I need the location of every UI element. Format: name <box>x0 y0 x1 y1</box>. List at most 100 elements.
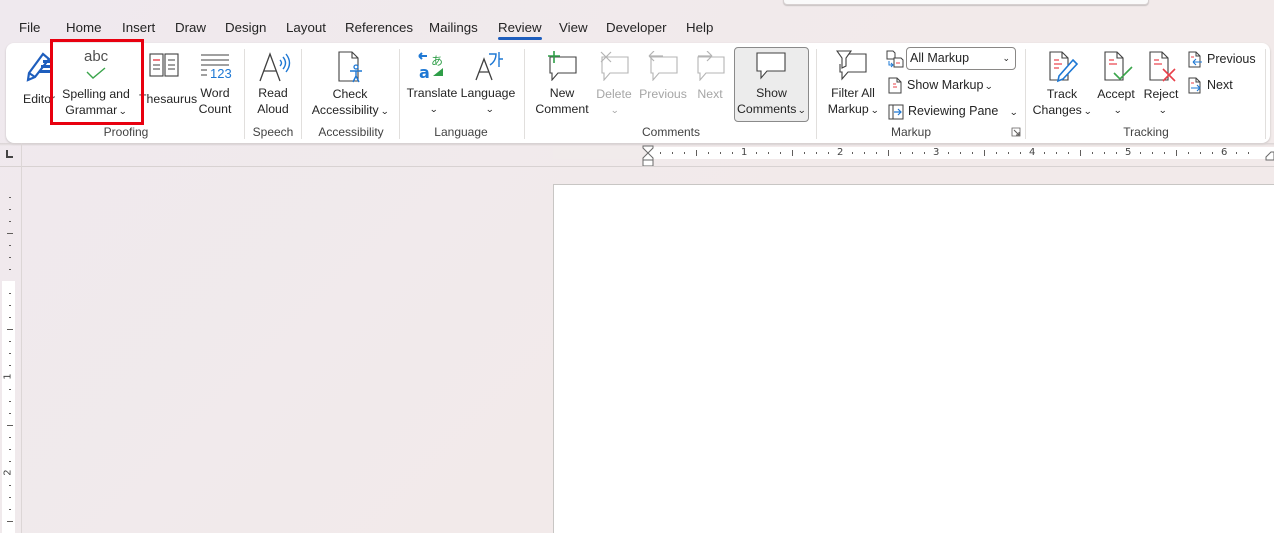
chevron-down-icon: ⌄ <box>984 81 994 91</box>
previous-comment-button[interactable]: Previous <box>638 49 688 123</box>
ruler-number: 1 <box>741 147 748 158</box>
tab-view[interactable]: View <box>559 17 588 41</box>
green-check-icon <box>86 67 106 79</box>
word-count-button[interactable]: 123 Word Count <box>194 49 236 123</box>
filter-markup-label-1: Filter All <box>831 86 875 100</box>
new-comment-icon <box>548 51 577 81</box>
ruler-tick <box>900 152 901 154</box>
ruler-tick <box>672 152 673 154</box>
reject-button[interactable]: Reject ⌄ <box>1140 49 1182 123</box>
comments-group-label: Comments <box>641 125 700 139</box>
translate-button[interactable]: a あ Translate ⌄ <box>406 49 458 123</box>
vertical-ruler[interactable]: 12 <box>0 167 20 533</box>
reviewing-pane-icon <box>888 104 904 120</box>
tab-design[interactable]: Design <box>225 17 266 41</box>
ruler-tick <box>7 521 13 522</box>
tab-home[interactable]: Home <box>66 17 101 41</box>
ruler-tick <box>1176 150 1177 156</box>
tab-developer[interactable]: Developer <box>606 17 667 41</box>
ruler-tick <box>9 221 11 222</box>
thesaurus-label: Thesaurus <box>139 92 198 106</box>
tab-references[interactable]: References <box>345 17 413 41</box>
ruler-tick <box>972 152 973 154</box>
ruler-tick <box>1212 152 1213 154</box>
thesaurus-book-icon <box>149 53 179 77</box>
ruler-tick <box>828 152 829 154</box>
show-markup-button[interactable]: Show Markup⌄ <box>888 76 994 95</box>
ruler-tick <box>720 152 721 154</box>
chevron-down-icon: ⌄ <box>485 104 495 114</box>
spelling-grammar-button[interactable]: abc Spelling and Grammar⌄ <box>54 47 138 123</box>
spelling-label-1: Spelling and <box>62 87 130 101</box>
chevron-down-icon: ⌄ <box>610 105 620 115</box>
new-comment-button[interactable]: New Comment <box>532 49 592 123</box>
ruler-number: 5 <box>1125 147 1132 158</box>
document-page[interactable] <box>553 184 1274 533</box>
tab-help[interactable]: Help <box>686 17 713 41</box>
read-aloud-button[interactable]: Read Aloud <box>250 49 296 123</box>
ruler-tick <box>7 233 13 234</box>
ruler-tick <box>9 197 11 198</box>
tab-draw[interactable]: Draw <box>175 17 206 41</box>
tab-mailings[interactable]: Mailings <box>429 17 478 41</box>
delete-comment-button[interactable]: Delete ⌄ <box>594 49 634 123</box>
tab-selector-icon[interactable] <box>6 150 14 158</box>
ruler-tick <box>9 413 11 414</box>
ruler-tick <box>732 152 733 154</box>
ruler-tick <box>756 152 757 154</box>
check-accessibility-label-2: Accessibility <box>311 103 379 117</box>
check-accessibility-label-1: Check <box>332 87 368 101</box>
editor-button[interactable]: Editor <box>19 49 57 123</box>
ruler-tick <box>660 152 661 154</box>
chevron-down-icon: ⌄ <box>429 104 439 114</box>
ruler-number: 6 <box>1221 147 1228 158</box>
show-comments-button[interactable]: Show Comments⌄ <box>734 47 809 122</box>
ruler-tick <box>1008 152 1009 154</box>
ruler-tick <box>9 437 11 438</box>
ruler-tick <box>1080 150 1081 156</box>
accessibility-group-label: Accessibility <box>318 125 384 139</box>
ruler-tick <box>996 152 997 154</box>
next-comment-button[interactable]: Next <box>690 49 730 123</box>
check-accessibility-button[interactable]: Check Accessibility⌄ <box>308 49 392 123</box>
chevron-down-icon: ⌄ <box>1158 105 1168 115</box>
tab-review[interactable]: Review <box>498 17 542 41</box>
tab-insert[interactable]: Insert <box>122 17 155 41</box>
ruler-tick <box>912 152 913 154</box>
ruler-number: 2 <box>837 147 844 158</box>
ruler-tick <box>780 152 781 154</box>
thesaurus-button[interactable]: Thesaurus <box>139 49 198 123</box>
proofing-group-label: Proofing <box>103 125 149 139</box>
display-for-review-value: All Markup <box>910 51 970 65</box>
show-comments-label-1: Show <box>756 86 787 100</box>
display-for-review-icon <box>886 50 904 68</box>
accept-button[interactable]: Accept ⌄ <box>1094 49 1138 123</box>
ruler-number: 4 <box>1029 147 1036 158</box>
indent-marker-icon[interactable] <box>642 145 654 167</box>
ruler-tick <box>9 449 11 450</box>
ruler-number: 1 <box>2 373 14 380</box>
group-separator <box>1025 49 1026 139</box>
horizontal-ruler[interactable]: 1 2 3 4 5 6 <box>553 147 1274 159</box>
accept-label: Accept <box>1097 87 1135 101</box>
ruler-tick <box>1020 152 1021 154</box>
tab-layout[interactable]: Layout <box>286 17 326 41</box>
ruler-tick <box>1056 152 1057 154</box>
tab-file[interactable]: File <box>19 17 40 41</box>
track-changes-button[interactable]: Track Changes⌄ <box>1030 49 1094 123</box>
chevron-down-icon: ⌄ <box>1002 53 1010 63</box>
next-change-button[interactable]: Next <box>1188 76 1233 94</box>
ruler-tick <box>1188 152 1189 154</box>
ruler-tick <box>888 150 889 156</box>
chevron-down-icon: ⌄ <box>118 106 128 116</box>
right-indent-marker-icon[interactable] <box>1265 151 1274 161</box>
translate-label: Translate <box>406 86 458 100</box>
search-box[interactable] <box>783 0 1149 5</box>
language-button[interactable]: Language ⌄ <box>460 49 516 123</box>
filter-all-markup-button[interactable]: Filter All Markup⌄ <box>822 49 884 123</box>
reviewing-pane-button[interactable]: Reviewing Pane ⌄ <box>888 102 1019 121</box>
ribbon-shadow <box>0 143 1274 146</box>
previous-change-button[interactable]: Previous <box>1188 50 1256 68</box>
display-for-review-dropdown[interactable]: All Markup ⌄ <box>906 47 1016 70</box>
markup-dialog-launcher-icon[interactable] <box>1011 127 1021 137</box>
